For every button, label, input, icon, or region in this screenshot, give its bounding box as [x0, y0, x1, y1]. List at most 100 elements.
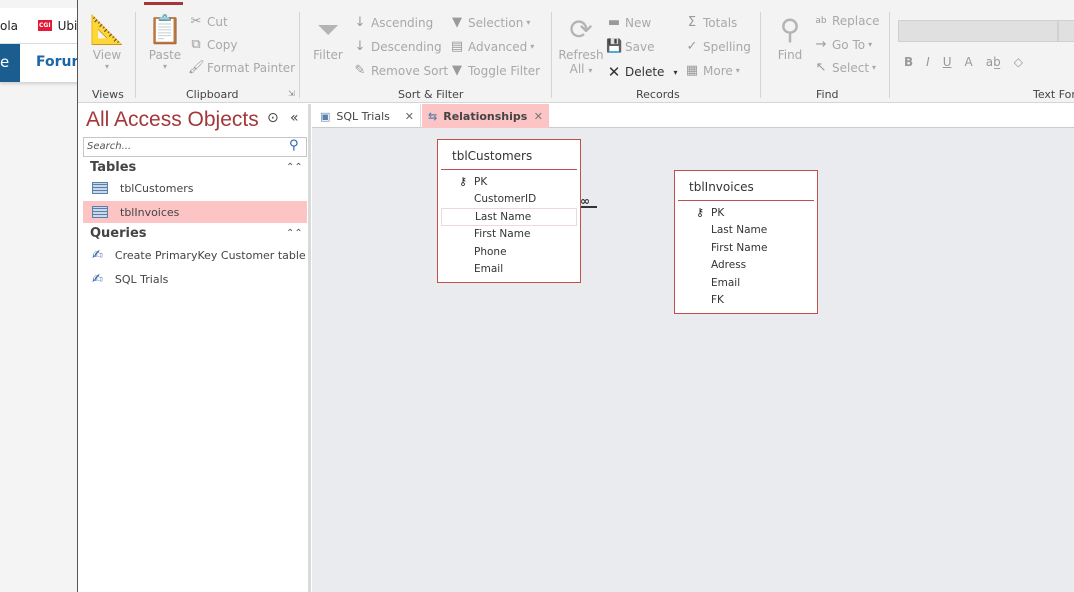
- descending-label: Descending: [371, 39, 442, 54]
- tab-relationships[interactable]: ⇆ Relationships ✕: [422, 104, 549, 128]
- cut-button[interactable]: ✂ Cut: [188, 14, 228, 29]
- italic-button[interactable]: I: [926, 55, 930, 69]
- descending-button[interactable]: ↓ Descending: [352, 39, 442, 54]
- nav-item-query[interactable]: ✍ SQL Trials: [83, 268, 307, 290]
- refresh-all-button[interactable]: ⟳ Refresh All ▾: [558, 12, 604, 76]
- view-button[interactable]: 📐 View ▾: [86, 12, 128, 71]
- copy-label: Copy: [207, 37, 238, 52]
- collapse-pane-icon[interactable]: «: [290, 110, 299, 126]
- goto-button[interactable]: → Go To ▾: [813, 37, 873, 52]
- copy-icon: ⧉: [191, 37, 201, 52]
- font-color-button[interactable]: A: [965, 55, 973, 69]
- underline-button[interactable]: U: [943, 55, 952, 69]
- select-button[interactable]: ↖ Select ▾: [813, 60, 877, 75]
- replace-icon: ab: [815, 16, 827, 26]
- field-name: Email: [711, 276, 741, 289]
- paste-icon: 📋: [147, 13, 183, 46]
- spelling-check-icon: ✓: [686, 39, 698, 54]
- field-row[interactable]: Phone: [441, 243, 577, 261]
- toggle-filter-icon: ▼: [452, 63, 462, 78]
- field-row[interactable]: First Name: [678, 239, 814, 257]
- find-button[interactable]: ⚲ Find: [773, 12, 807, 62]
- search-icon[interactable]: ⚲: [289, 138, 299, 153]
- close-icon[interactable]: ✕: [405, 110, 414, 123]
- primary-key-icon: ⚷: [459, 175, 468, 189]
- view-label: View: [92, 48, 122, 62]
- nav-pane-title[interactable]: All Access Objects: [86, 108, 259, 132]
- toggle-filter-button[interactable]: ▼ Toggle Filter: [449, 63, 540, 78]
- new-record-icon: ▬: [607, 15, 621, 30]
- delete-x-icon: ✕: [607, 63, 621, 81]
- tab-sql-trials[interactable]: ▣ SQL Trials ✕: [314, 104, 421, 128]
- field-name: PK: [474, 175, 488, 188]
- group-label-sort-filter: Sort & Filter: [398, 88, 464, 101]
- delete-button[interactable]: ✕ Delete ▾: [606, 63, 678, 81]
- more-button[interactable]: ▦ More ▾: [684, 63, 740, 78]
- advanced-button[interactable]: ▤ Advanced ▾: [449, 39, 534, 54]
- field-row[interactable]: Email: [678, 274, 814, 292]
- format-painter-button[interactable]: 🖌 Format Painter: [188, 60, 295, 75]
- group-label-find: Find: [816, 88, 839, 101]
- field-name: First Name: [474, 228, 531, 241]
- table-icon: [92, 182, 108, 194]
- query-datasheet-icon: ▣: [320, 109, 331, 123]
- paste-button[interactable]: 📋 Paste ▾: [144, 12, 186, 71]
- highlight-icon[interactable]: ab̲: [986, 55, 1001, 69]
- table-box-title: tblCustomers: [441, 140, 577, 170]
- nav-item-label: Create PrimaryKey Customer table: [114, 248, 306, 262]
- nav-item-tblinvoices[interactable]: tblInvoices: [83, 201, 307, 223]
- spelling-label: Spelling: [703, 39, 751, 54]
- paste-label: Paste: [148, 48, 182, 62]
- save-button[interactable]: 💾 Save: [606, 39, 654, 54]
- refresh-icon: ⟳: [569, 13, 593, 46]
- relationships-canvas: 1 ∞ tblCustomers ⚷PK CustomerID Last Nam…: [312, 128, 1074, 592]
- field-row[interactable]: First Name: [441, 226, 577, 244]
- replace-button[interactable]: ab Replace: [813, 14, 879, 28]
- goto-label: Go To: [832, 37, 866, 52]
- close-icon[interactable]: ✕: [534, 110, 543, 123]
- section-header-tables[interactable]: Tables: [90, 160, 136, 175]
- selection-button[interactable]: ▼ Selection ▾: [449, 15, 530, 30]
- field-row[interactable]: ⚷ PK: [441, 173, 577, 191]
- field-name: First Name: [711, 241, 768, 254]
- remove-sort-button[interactable]: ✎ Remove Sort: [352, 63, 449, 78]
- field-name: PK: [711, 206, 725, 219]
- section-header-queries[interactable]: Queries: [90, 226, 147, 241]
- site-nav-item[interactable]: e: [0, 44, 20, 82]
- nav-menu-dropdown-icon[interactable]: ⊙: [267, 110, 279, 126]
- nav-item-query[interactable]: ✍ Create PrimaryKey Customer table: [83, 244, 307, 266]
- spelling-button[interactable]: ✓ Spelling: [684, 39, 751, 54]
- filter-button[interactable]: ⏷ Filter: [310, 12, 346, 62]
- arrow-right-icon: →: [815, 37, 827, 52]
- bold-button[interactable]: B: [904, 55, 913, 69]
- field-row[interactable]: Adress: [678, 257, 814, 275]
- fill-color-icon[interactable]: ◇: [1014, 55, 1023, 69]
- field-row[interactable]: Last Name: [678, 222, 814, 240]
- advanced-label: Advanced: [468, 39, 528, 54]
- collapse-chevron-icon[interactable]: ⌃⌃: [286, 162, 303, 173]
- view-icon: 📐: [89, 13, 125, 46]
- dialog-launcher-icon[interactable]: ⇲: [288, 89, 295, 98]
- collapse-chevron-icon[interactable]: ⌃⌃: [286, 228, 303, 239]
- field-row[interactable]: FK: [678, 292, 814, 310]
- browser-tab[interactable]: ola: [0, 19, 18, 33]
- field-row[interactable]: Email: [441, 261, 577, 279]
- nav-item-tblcustomers[interactable]: tblCustomers: [83, 177, 307, 199]
- nav-search-input[interactable]: Search... ⚲: [83, 137, 307, 157]
- field-row[interactable]: CustomerID: [441, 191, 577, 209]
- access-window: 📐 View ▾ Views 📋 Paste ▾ ✂ Cut ⧉ Copy 🖌 Format …: [77, 0, 1074, 592]
- new-button[interactable]: ▬ New: [606, 15, 651, 30]
- totals-button[interactable]: Σ Totals: [684, 15, 737, 30]
- primary-key-icon: ⚷: [696, 206, 705, 220]
- field-row[interactable]: Last Name: [441, 208, 577, 226]
- table-box-tblinvoices[interactable]: tblInvoices ⚷ PK Last Name First Name Adr…: [674, 170, 818, 314]
- font-name-dropdown[interactable]: [898, 20, 1058, 42]
- selection-label: Selection: [468, 15, 524, 30]
- font-size-dropdown[interactable]: [1058, 20, 1074, 42]
- search-placeholder: Search...: [87, 141, 132, 152]
- group-label-clipboard: Clipboard: [186, 88, 239, 101]
- table-box-tblcustomers[interactable]: tblCustomers ⚷ PK CustomerID Last Name Fi…: [437, 139, 581, 283]
- field-row[interactable]: ⚷ PK: [678, 204, 814, 222]
- ascending-button[interactable]: ↓ Ascending: [352, 15, 434, 30]
- copy-button[interactable]: ⧉ Copy: [188, 37, 237, 52]
